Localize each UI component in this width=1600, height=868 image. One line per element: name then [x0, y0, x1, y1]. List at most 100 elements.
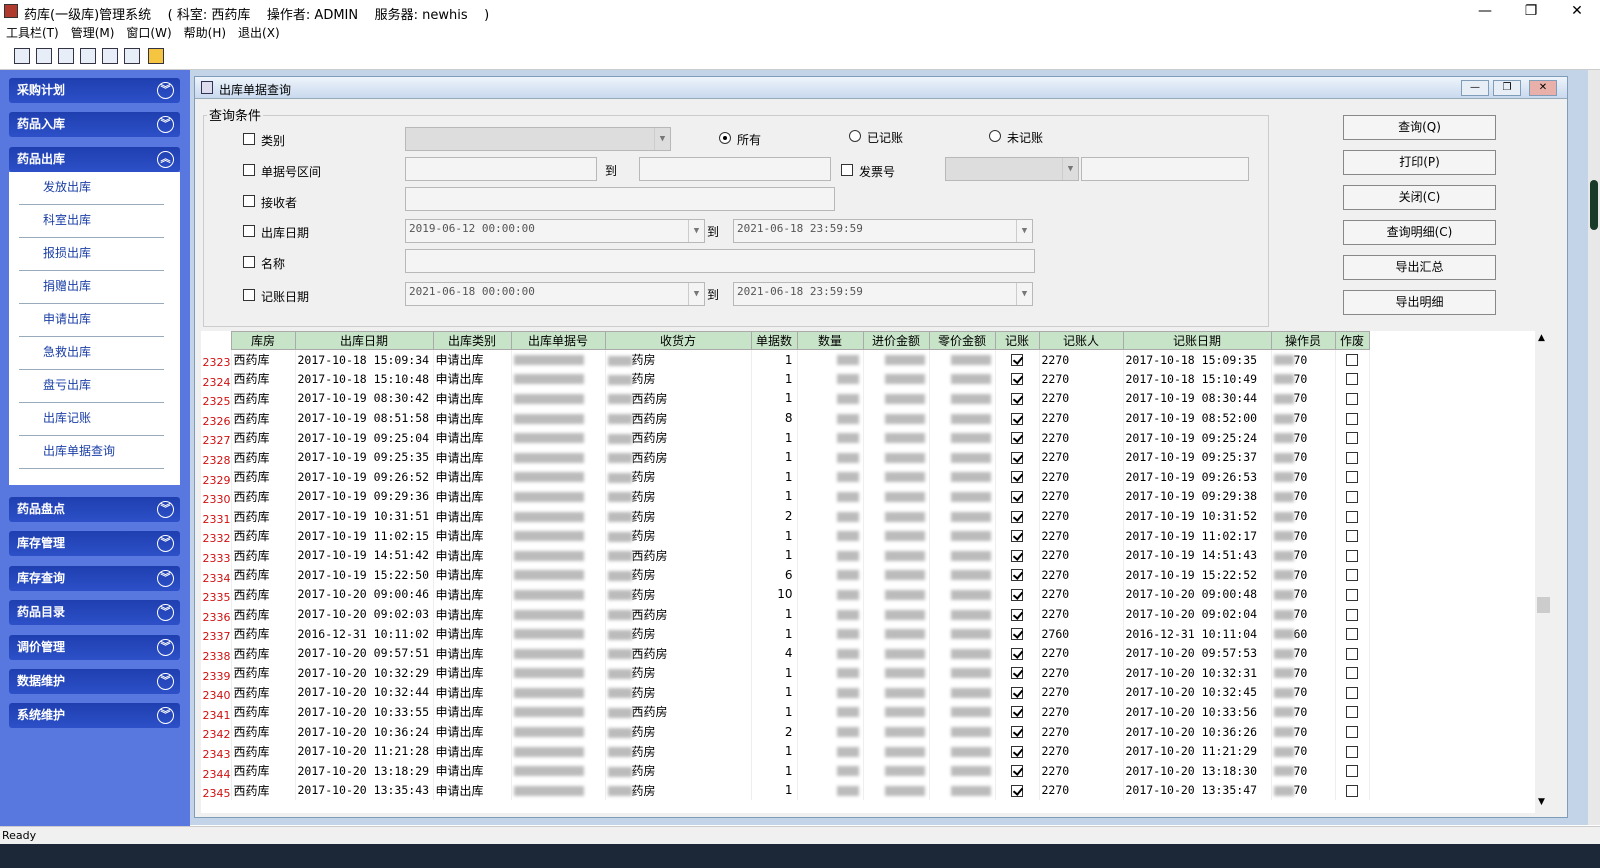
tile-vertical-icon[interactable]	[80, 48, 96, 64]
void-checkbox[interactable]	[1346, 647, 1358, 660]
receiver-checkbox[interactable]	[243, 195, 255, 207]
table-row[interactable]: 2340 西药库 2017-10-20 10:32:44 申请出库 药房 1 2270 201…	[201, 682, 1370, 703]
posted-checkbox[interactable]	[1011, 745, 1023, 758]
void-checkbox[interactable]	[1346, 784, 1358, 797]
column-header[interactable]: 出库日期	[294, 331, 434, 350]
menu-help[interactable]: 帮助(H)	[178, 24, 232, 42]
print-button[interactable]: 打印(P)	[1343, 150, 1496, 175]
table-row[interactable]: 2333 西药库 2017-10-19 14:51:42 申请出库 西药房 1 2270 20…	[201, 545, 1370, 566]
radio-posted[interactable]	[849, 130, 861, 142]
column-header[interactable]: 记账人	[1038, 331, 1124, 350]
post-date-to-input[interactable]: 2021-06-18 23:59:59 ▼	[733, 282, 1033, 306]
posted-checkbox[interactable]	[1011, 647, 1023, 660]
void-checkbox[interactable]	[1346, 667, 1358, 680]
posted-checkbox[interactable]	[1011, 432, 1023, 445]
posted-checkbox[interactable]	[1011, 471, 1023, 484]
table-row[interactable]: 2328 西药库 2017-10-19 09:25:35 申请出库 西药房 1 2270 20…	[201, 447, 1370, 468]
menu-toolbar[interactable]: 工具栏(T)	[0, 24, 65, 42]
column-header[interactable]: 进价金额	[862, 331, 930, 350]
subitem-dispense-out[interactable]: 发放出库	[19, 172, 164, 205]
radio-unposted[interactable]	[989, 130, 1001, 142]
post-date-from-input[interactable]: 2021-06-18 00:00:00 ▼	[405, 282, 705, 306]
doc-from-input[interactable]	[405, 157, 597, 181]
table-row[interactable]: 2323 西药库 2017-10-18 15:09:34 申请出库 药房 1 2270 201…	[201, 349, 1370, 370]
table-row[interactable]: 2344 西药库 2017-10-20 13:18:29 申请出库 药房 1 2270 201…	[201, 760, 1370, 781]
void-checkbox[interactable]	[1346, 686, 1358, 699]
table-row[interactable]: 2329 西药库 2017-10-19 09:26:52 申请出库 药房 1 2270 201…	[201, 467, 1370, 487]
subitem-loss-out[interactable]: 报损出库	[19, 238, 164, 271]
void-checkbox[interactable]	[1346, 530, 1358, 543]
table-row[interactable]: 2339 西药库 2017-10-20 10:32:29 申请出库 药房 1 2270 201…	[201, 663, 1370, 683]
column-header[interactable]: 记账日期	[1122, 331, 1272, 350]
posted-checkbox[interactable]	[1011, 392, 1023, 405]
nav-group-stock-query[interactable]: 库存查询 ︾	[9, 566, 180, 591]
out-date-to-input[interactable]: 2021-06-18 23:59:59 ▼	[733, 219, 1033, 243]
void-checkbox[interactable]	[1346, 628, 1358, 641]
posted-checkbox[interactable]	[1011, 706, 1023, 719]
subitem-donation-out[interactable]: 捐赠出库	[19, 271, 164, 304]
column-header[interactable]: 出库类别	[432, 331, 512, 350]
nav-group-data-maint[interactable]: 数据维护 ︾	[9, 669, 180, 694]
table-row[interactable]: 2343 西药库 2017-10-20 11:21:28 申请出库 药房 1 2270 201…	[201, 741, 1370, 761]
table-row[interactable]: 2334 西药库 2017-10-19 15:22:50 申请出库 药房 6 2270 201…	[201, 565, 1370, 585]
posted-checkbox[interactable]	[1011, 628, 1023, 641]
doc-range-checkbox[interactable]	[243, 164, 255, 176]
category-select[interactable]: ▼	[405, 127, 671, 151]
void-checkbox[interactable]	[1346, 490, 1358, 503]
posted-checkbox[interactable]	[1011, 588, 1023, 601]
posted-checkbox[interactable]	[1011, 354, 1023, 367]
name-input[interactable]	[405, 249, 1035, 273]
void-checkbox[interactable]	[1346, 588, 1358, 601]
table-row[interactable]: 2324 西药库 2017-10-18 15:10:48 申请出库 药房 1 2270 201…	[201, 369, 1370, 389]
posted-checkbox[interactable]	[1011, 667, 1023, 680]
posted-checkbox[interactable]	[1011, 784, 1023, 797]
subitem-dept-out[interactable]: 科室出库	[19, 205, 164, 238]
table-row[interactable]: 2325 西药库 2017-10-19 08:30:42 申请出库 西药房 1 2270 20…	[201, 388, 1370, 409]
inner-close-button[interactable]: ✕	[1529, 80, 1557, 96]
invoice-checkbox[interactable]	[841, 164, 853, 176]
main-scroll-thumb[interactable]	[1590, 180, 1598, 230]
column-header[interactable]: 收货方	[604, 331, 752, 350]
nav-group-price-adjust[interactable]: 调价管理 ︾	[9, 635, 180, 660]
void-checkbox[interactable]	[1346, 745, 1358, 758]
cascade-icon[interactable]	[36, 48, 52, 64]
nav-group-drug-catalog[interactable]: 药品目录 ︾	[9, 600, 180, 625]
name-checkbox[interactable]	[243, 256, 255, 268]
menu-window[interactable]: 窗口(W)	[120, 24, 177, 42]
column-header[interactable]: 数量	[796, 331, 864, 350]
posted-checkbox[interactable]	[1011, 765, 1023, 778]
void-checkbox[interactable]	[1346, 726, 1358, 739]
exit-door-icon[interactable]	[148, 48, 164, 64]
nav-group-drug-inbound[interactable]: 药品入库 ︾	[9, 112, 180, 137]
close-panel-button[interactable]: 关闭(C)	[1343, 185, 1496, 210]
table-row[interactable]: 2335 西药库 2017-10-20 09:00:46 申请出库 药房 10 2270 20…	[201, 584, 1370, 605]
scroll-up-icon[interactable]: ▲	[1538, 333, 1545, 343]
maximize-button[interactable]: ❐	[1508, 0, 1554, 24]
scroll-down-icon[interactable]: ▼	[1538, 797, 1545, 807]
void-checkbox[interactable]	[1346, 471, 1358, 484]
minimize-button[interactable]: —	[1462, 0, 1508, 24]
table-row[interactable]: 2345 西药库 2017-10-20 13:35:43 申请出库 药房 1 2270 201…	[201, 780, 1370, 801]
doc-to-input[interactable]	[639, 157, 831, 181]
query-button[interactable]: 查询(Q)	[1343, 115, 1496, 140]
nav-group-system-maint[interactable]: 系统维护 ︾	[9, 703, 180, 728]
tree-icon[interactable]	[14, 48, 30, 64]
inner-minimize-button[interactable]: —	[1461, 80, 1489, 96]
query-detail-button[interactable]: 查询明细(C)	[1343, 220, 1496, 245]
void-checkbox[interactable]	[1346, 549, 1358, 562]
out-date-from-input[interactable]: 2019-06-12 00:00:00 ▼	[405, 219, 705, 243]
subitem-emergency-out[interactable]: 急救出库	[19, 337, 164, 370]
receiver-input[interactable]	[405, 187, 835, 211]
posted-checkbox[interactable]	[1011, 530, 1023, 543]
posted-checkbox[interactable]	[1011, 686, 1023, 699]
table-row[interactable]: 2338 西药库 2017-10-20 09:57:51 申请出库 西药房 4 2270 20…	[201, 643, 1370, 663]
grid-scrollbar[interactable]: ▲ ▼	[1535, 331, 1552, 813]
table-row[interactable]: 2341 西药库 2017-10-20 10:33:55 申请出库 西药房 1 2270 20…	[201, 702, 1370, 722]
scroll-thumb[interactable]	[1537, 597, 1550, 613]
column-header[interactable]: 库房	[230, 331, 296, 350]
out-date-checkbox[interactable]	[243, 225, 255, 237]
void-checkbox[interactable]	[1346, 392, 1358, 405]
posted-checkbox[interactable]	[1011, 608, 1023, 621]
void-checkbox[interactable]	[1346, 706, 1358, 719]
void-checkbox[interactable]	[1346, 354, 1358, 367]
